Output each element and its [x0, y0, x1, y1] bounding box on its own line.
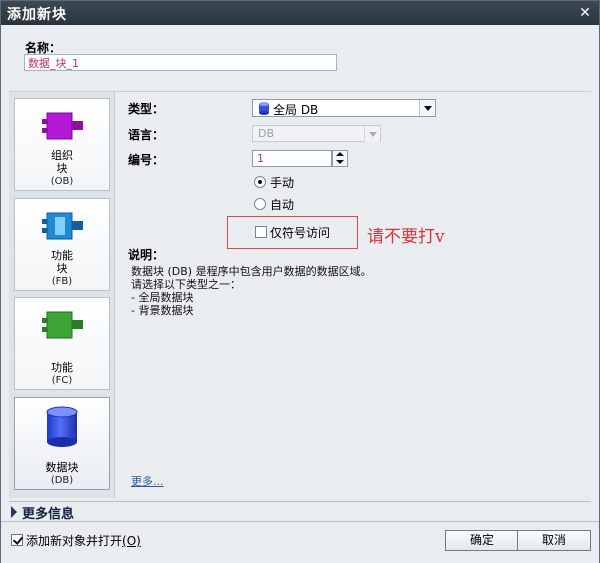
chevron-down-icon [364, 126, 380, 142]
dialog-title: 添加新块 [7, 7, 67, 23]
fb-block-icon [15, 207, 109, 247]
language-label: 语言： [128, 128, 165, 142]
language-select: DB [252, 125, 381, 142]
description-line: 请选择以下类型之一： [131, 278, 241, 291]
add-and-open-checkbox[interactable] [11, 534, 23, 546]
add-and-open-text: 添加新对象并打开 [26, 534, 123, 548]
description-line: - 背景数据块 [131, 304, 194, 317]
type-select[interactable]: 全局 DB [252, 99, 436, 117]
add-and-open-accel: (O) [122, 534, 141, 548]
db-icon [259, 102, 269, 115]
description-label: 说明： [128, 248, 165, 262]
auto-radio-label: 自动 [270, 198, 295, 212]
annotation-note: 请不要打v [367, 227, 445, 247]
add-new-block-dialog: 添加新块 ✕ 名称： 组织 块 (OB) [0, 0, 600, 563]
block-type-fb-label-line2: 块 [56, 262, 68, 275]
description-text: 数据块 (DB) 是程序中包含用户数据的数据区域。 请选择以下类型之一： - 全… [131, 265, 372, 317]
title-bar: 添加新块 ✕ [1, 1, 599, 25]
block-type-ob-label-line1: 组织 [51, 149, 73, 162]
db-block-icon [15, 406, 109, 447]
block-type-fc-sub: (FC) [51, 375, 73, 386]
block-type-db-label: 数据块 [45, 461, 79, 474]
number-stepper[interactable] [332, 150, 348, 167]
chevron-down-icon[interactable] [419, 100, 435, 116]
block-type-panel: 组织 块 (OB) 功能 块 (FB) 功能 (FC) 数据块 (DB) [9, 92, 115, 498]
block-type-fc-button[interactable]: 功能 (FC) [14, 297, 110, 390]
optimized-access-label: 仅符号访问 [270, 226, 331, 240]
block-type-ob-sub: (OB) [50, 176, 74, 187]
description-line: - 全局数据块 [131, 291, 194, 304]
type-label: 类型： [128, 102, 165, 116]
block-type-fb-button[interactable]: 功能 块 (FB) [14, 198, 110, 291]
block-type-fb-label-line1: 功能 [51, 249, 73, 262]
more-info-toggle[interactable]: 更多信息 [9, 501, 591, 522]
language-select-value: DB [258, 127, 275, 140]
dialog-footer: 添加新对象并打开(O) 确定 取消 [1, 521, 599, 563]
more-info-label: 更多信息 [22, 507, 75, 522]
ok-button[interactable]: 确定 [445, 530, 519, 551]
triangle-right-icon[interactable] [11, 506, 17, 518]
auto-radio[interactable] [254, 198, 266, 210]
manual-radio-label: 手动 [270, 176, 295, 190]
block-type-db-sub: (DB) [50, 475, 74, 486]
fc-block-icon [15, 306, 109, 346]
block-type-ob-label-line2: 块 [56, 162, 68, 175]
manual-radio[interactable] [254, 176, 266, 188]
ob-block-icon [15, 107, 109, 147]
spin-down-icon[interactable] [333, 159, 347, 166]
spin-up-icon[interactable] [333, 151, 347, 158]
block-type-ob-button[interactable]: 组织 块 (OB) [14, 98, 110, 191]
close-icon[interactable]: ✕ [577, 5, 593, 21]
block-type-fb-label: 功能 块 [15, 249, 109, 275]
block-type-fc-label: 功能 [51, 361, 73, 374]
description-line: 数据块 (DB) 是程序中包含用户数据的数据区域。 [131, 265, 372, 278]
more-link[interactable]: 更多... [131, 473, 164, 489]
block-type-db-button[interactable]: 数据块 (DB) [14, 397, 110, 490]
name-input[interactable] [24, 54, 337, 71]
block-type-ob-label: 组织 块 [15, 149, 109, 175]
optimized-access-checkbox[interactable] [255, 226, 267, 238]
block-type-fb-sub: (FB) [51, 276, 73, 287]
add-and-open-label: 添加新对象并打开(O) [26, 532, 141, 549]
type-select-value: 全局 DB [273, 103, 319, 117]
number-label: 编号： [128, 153, 165, 167]
number-input[interactable]: 1 [252, 150, 332, 167]
cancel-button[interactable]: 取消 [517, 530, 591, 551]
